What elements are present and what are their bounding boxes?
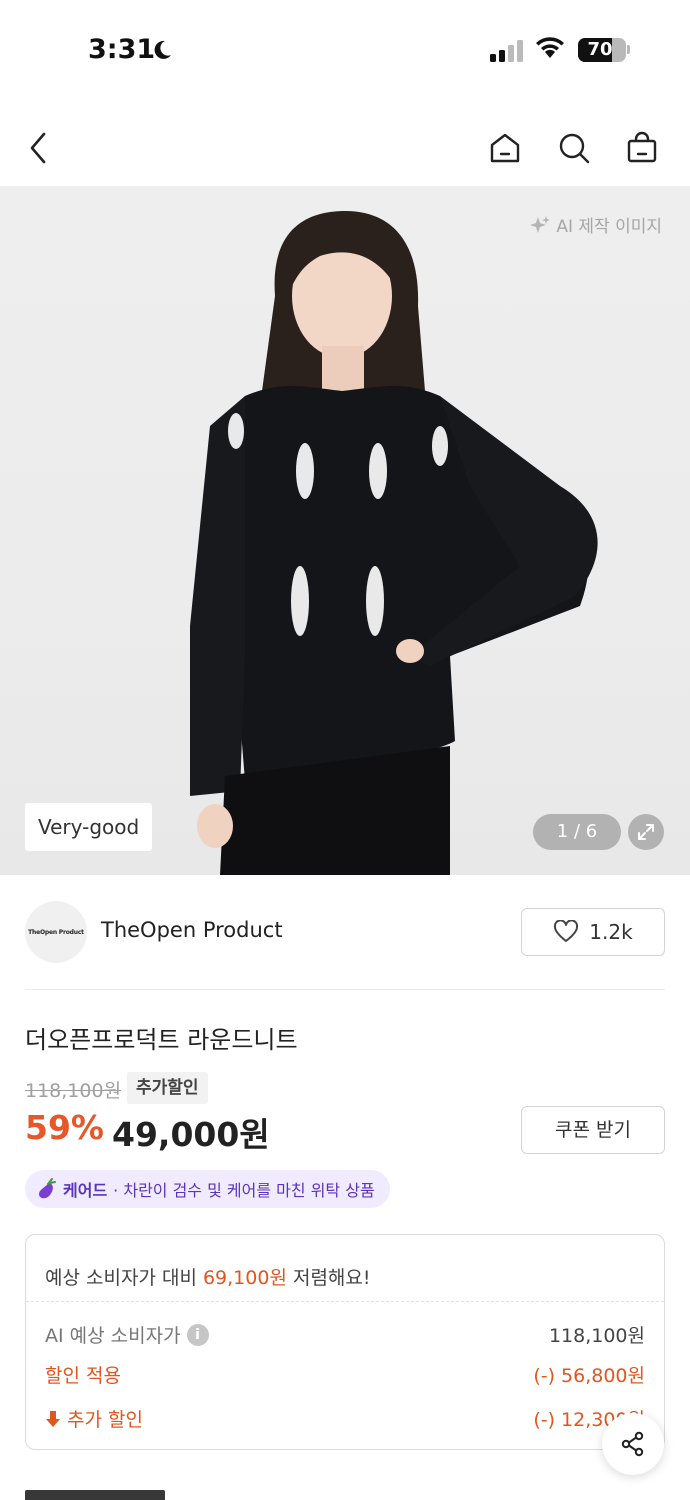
back-button[interactable] (16, 126, 60, 170)
care-description: · 차란이 검수 및 케어를 마친 위탁 상품 (113, 1181, 375, 1200)
extra-discount-row: 추가 할인 (-) 12,300원 (45, 1405, 645, 1432)
ai-estimated-price-value: 118,100원 (548, 1325, 645, 1347)
original-price: 118,100원 (25, 1080, 122, 1102)
heart-icon (554, 920, 579, 942)
expand-icon (638, 824, 654, 840)
cart-button[interactable] (620, 126, 664, 170)
discount-applied-value: (-) 56,800원 (533, 1365, 645, 1387)
ai-estimated-price-label: AI 예상 소비자가 (45, 1325, 181, 1347)
cellular-signal-icon (490, 40, 523, 62)
chevron-left-icon (30, 132, 46, 164)
eggplant-icon (39, 1178, 56, 1199)
savings-headline: 예상 소비자가 대비 69,100원 저렴해요! (45, 1263, 371, 1290)
product-photo (190, 211, 598, 875)
seller-row: TheOpen Product TheOpen Product 1.2k (25, 898, 665, 968)
image-pager: 1 / 6 (533, 814, 621, 850)
dashed-divider (26, 1301, 664, 1302)
seller-name[interactable]: TheOpen Product (101, 918, 283, 942)
sparkle-icon (530, 215, 551, 233)
share-button[interactable] (602, 1413, 664, 1475)
ai-label-text: AI 제작 이미지 (556, 217, 662, 237)
search-icon (559, 133, 590, 164)
moon-icon (154, 40, 171, 59)
status-time: 3:31 (88, 34, 156, 65)
condition-grade-badge: Very-good (25, 803, 153, 851)
coupon-button[interactable]: 쿠폰 받기 (521, 1106, 665, 1154)
like-count: 1.2k (589, 920, 633, 944)
extra-discount-tag: 추가할인 (127, 1072, 208, 1104)
battery-level: 70 (587, 39, 613, 60)
wifi-icon (536, 37, 564, 58)
home-icon (490, 133, 520, 163)
shopping-bag-icon (627, 131, 657, 163)
battery-tip (627, 45, 630, 54)
cared-badge[interactable]: 케어드 · 차란이 검수 및 케어를 마친 위탁 상품 (25, 1170, 390, 1208)
savings-amount: 69,100원 (202, 1267, 287, 1289)
next-section-heading-cropped (25, 1490, 165, 1500)
savings-headline-prefix: 예상 소비자가 대비 (45, 1267, 203, 1289)
info-icon[interactable]: i (186, 1323, 209, 1346)
ai-estimated-price-row: AI 예상 소비자가 i 118,100원 (45, 1321, 645, 1348)
product-image-carousel[interactable]: AI 제작 이미지 Very-good 1 / 6 (0, 186, 690, 875)
discount-percent: 59% (25, 1108, 104, 1147)
care-brand: 케어드 (63, 1181, 108, 1200)
like-button[interactable]: 1.2k (521, 908, 665, 956)
divider (25, 989, 665, 990)
battery-indicator: 70 (578, 38, 626, 62)
status-bar: 3:31 70 (0, 0, 690, 100)
arrow-down-icon (46, 1410, 60, 1427)
discount-applied-label: 할인 적용 (45, 1365, 121, 1387)
share-icon (621, 1431, 644, 1457)
seller-logo[interactable]: TheOpen Product (25, 901, 87, 963)
savings-headline-suffix: 저렴해요! (286, 1267, 371, 1289)
sale-price: 49,000원 (112, 1115, 270, 1154)
price-breakdown-box: 예상 소비자가 대비 69,100원 저렴해요! AI 예상 소비자가 i 11… (25, 1234, 665, 1450)
search-button[interactable] (552, 126, 596, 170)
top-nav (0, 110, 690, 185)
extra-discount-label: 추가 할인 (67, 1409, 143, 1431)
product-title: 더오픈프로덕트 라운드니트 (25, 1026, 298, 1054)
home-button[interactable] (483, 126, 527, 170)
expand-image-button[interactable] (628, 814, 664, 850)
discount-applied-row: 할인 적용 (-) 56,800원 (45, 1361, 645, 1388)
ai-generated-label: AI 제작 이미지 (530, 212, 662, 237)
